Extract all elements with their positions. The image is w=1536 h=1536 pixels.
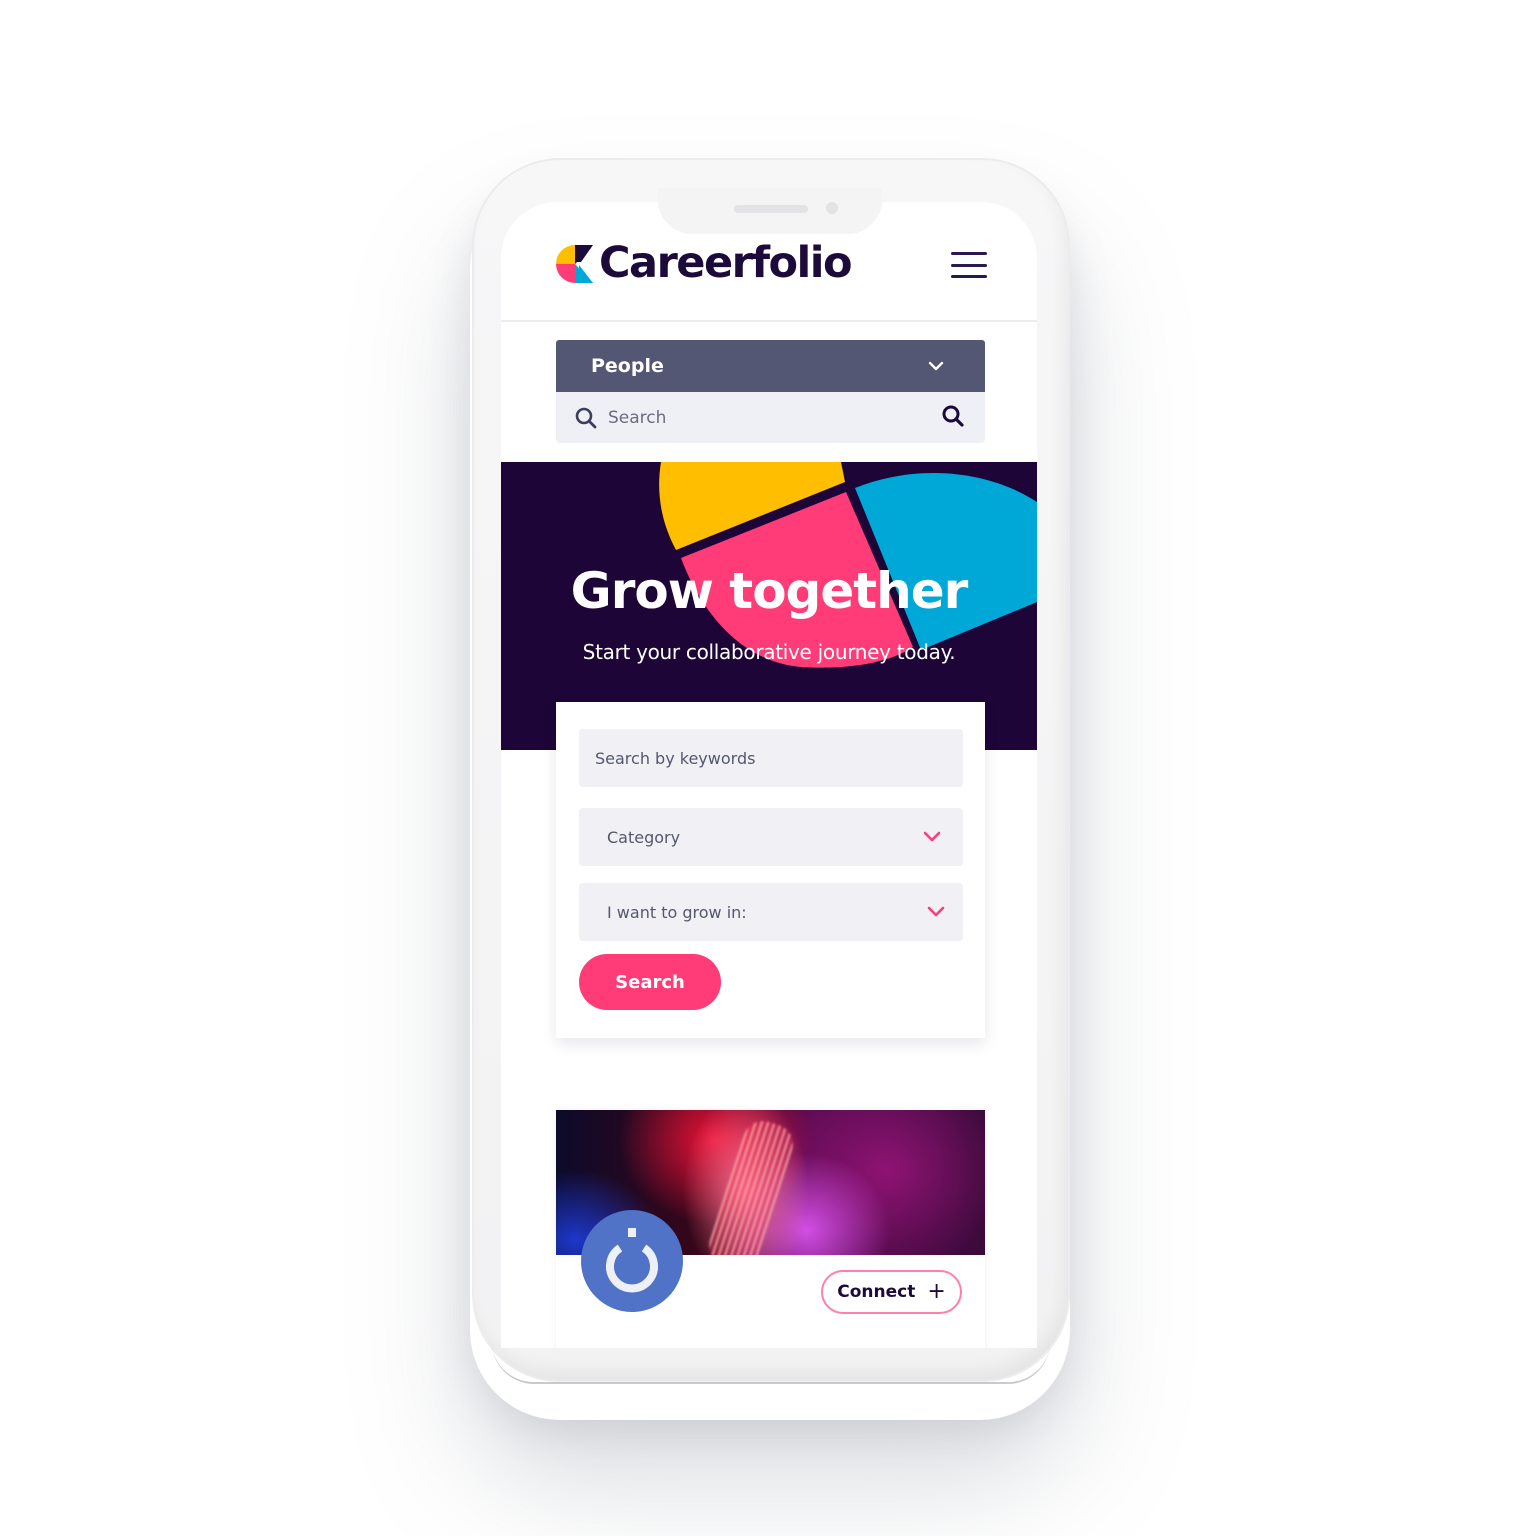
chevron-down-icon <box>923 831 941 842</box>
phone-camera <box>826 202 838 214</box>
grow-in-select-label: I want to grow in: <box>607 902 747 922</box>
menu-line <box>951 263 987 267</box>
hero-subtitle: Start your collaborative journey today. <box>582 640 956 664</box>
menu-line <box>951 252 987 255</box>
category-select-label: Category <box>607 827 681 847</box>
chevron-down-icon <box>927 906 945 917</box>
directory-select[interactable]: People <box>556 340 985 392</box>
top-search-bar <box>556 392 985 443</box>
phone-screen: Careerfolio People Grow together <box>501 202 1037 1348</box>
top-search-input[interactable] <box>608 402 928 434</box>
profile-card: Connect + <box>556 1110 985 1348</box>
power-icon <box>606 1228 658 1293</box>
cover-light-streak <box>704 1115 798 1255</box>
directory-select-value: People <box>591 355 664 377</box>
search-button[interactable]: Search <box>579 954 721 1010</box>
search-icon <box>575 407 597 429</box>
logo-text: Careerfolio <box>599 238 853 288</box>
hero-title: Grow together <box>570 562 969 620</box>
connect-button-label: Connect <box>837 1282 916 1302</box>
search-submit-icon[interactable] <box>941 404 965 428</box>
search-form-card: Category I want to grow in: Search <box>556 702 985 1038</box>
grow-in-select[interactable]: I want to grow in: <box>579 883 963 941</box>
keywords-input[interactable] <box>579 729 963 787</box>
logo-link[interactable]: Careerfolio <box>555 238 853 288</box>
chevron-down-icon <box>928 361 944 371</box>
category-select[interactable]: Category <box>579 808 963 866</box>
connect-button[interactable]: Connect + <box>821 1270 962 1314</box>
phone-speaker <box>734 205 808 213</box>
keywords-field <box>579 729 963 787</box>
careerfolio-logo-icon <box>556 244 593 283</box>
profile-avatar[interactable] <box>581 1210 683 1312</box>
plus-icon: + <box>927 1279 946 1304</box>
hamburger-menu-icon[interactable] <box>951 252 987 278</box>
menu-line <box>951 275 987 278</box>
